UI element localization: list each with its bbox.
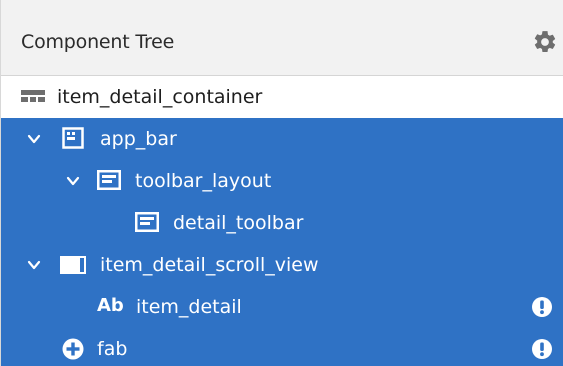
chevron-down-icon[interactable] bbox=[26, 257, 42, 273]
component-tree: item_detail_container app_bar toolbar_la… bbox=[1, 76, 563, 366]
tree-item-label: app_bar bbox=[100, 128, 177, 150]
warning-icon[interactable] bbox=[531, 338, 553, 360]
tree-item-label: item_detail bbox=[136, 296, 242, 318]
tree-item-label: item_detail_scroll_view bbox=[100, 254, 319, 276]
toolbar-icon bbox=[135, 212, 159, 232]
textview-icon: Ab bbox=[97, 295, 124, 316]
tree-row-detail-toolbar[interactable]: detail_toolbar bbox=[1, 202, 563, 244]
chevron-down-icon[interactable] bbox=[26, 131, 42, 147]
tree-item-label: fab bbox=[97, 338, 128, 360]
tree-row-item-detail[interactable]: Ab item_detail bbox=[1, 286, 563, 328]
tree-item-label: toolbar_layout bbox=[135, 170, 272, 192]
component-tree-panel: Component Tree item_detail_container app… bbox=[0, 0, 563, 366]
panel-title: Component Tree bbox=[21, 31, 175, 53]
tree-item-label: detail_toolbar bbox=[173, 212, 304, 234]
tree-row-item-detail-container[interactable]: item_detail_container bbox=[1, 76, 563, 118]
scrollview-icon bbox=[60, 256, 86, 274]
container-layout-icon bbox=[21, 90, 45, 102]
gear-icon[interactable] bbox=[532, 29, 558, 55]
tree-row-app-bar[interactable]: app_bar bbox=[1, 118, 563, 160]
chevron-down-icon[interactable] bbox=[65, 173, 81, 189]
toolbar-icon bbox=[97, 170, 121, 190]
fab-add-icon bbox=[62, 338, 84, 360]
appbar-layout-icon bbox=[62, 127, 84, 149]
tree-row-toolbar-layout[interactable]: toolbar_layout bbox=[1, 160, 563, 202]
warning-icon[interactable] bbox=[531, 296, 553, 318]
panel-header: Component Tree bbox=[1, 0, 563, 76]
tree-row-item-detail-scroll-view[interactable]: item_detail_scroll_view bbox=[1, 244, 563, 286]
tree-item-label: item_detail_container bbox=[57, 86, 263, 108]
tree-row-fab[interactable]: fab bbox=[1, 328, 563, 366]
